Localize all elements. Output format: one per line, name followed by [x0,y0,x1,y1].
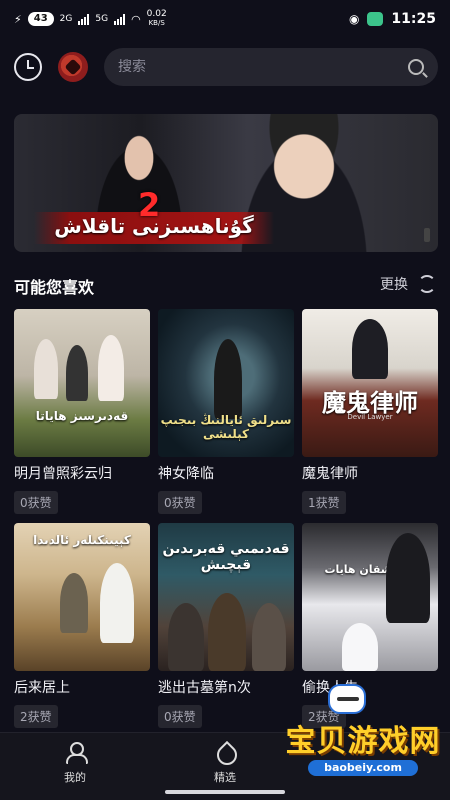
data-speed: 0.02 KB/S [147,10,167,28]
drama-card[interactable]: قەدىمىي قەبرىدىن قېچىش 逃出古墓第n次 0获赞 [158,523,294,728]
refresh-button[interactable]: 更换 [380,274,436,294]
poster-figure [214,339,242,419]
nav-label-featured: 精选 [214,771,236,784]
status-left: ⚡ 43 2G 5G ◠ 0.02 KB/S [14,10,167,28]
poster-figure [168,603,204,671]
like-count: 2获赞 [14,705,58,728]
search-bar[interactable] [104,48,438,86]
top-header [0,46,450,88]
drama-poster[interactable]: كېيىنكىلەر ئالدىدا [14,523,150,671]
section-title: 可能您喜欢 [14,278,95,297]
app-notification-icon [367,12,384,26]
data-speed-unit: KB/S [148,19,165,27]
drama-card[interactable]: 魔鬼律师 Devil Lawyer 魔鬼律师 1获赞 [302,309,438,514]
poster-title: قەدىرسىز ھاياتا [35,409,129,423]
signal-icon-2 [114,13,126,25]
wechat-icon: ◉ [348,12,360,26]
site-watermark: 宝贝游戏网 baobeiy.com [278,684,448,794]
nav-item-mine[interactable]: 我的 [45,741,105,785]
featured-banner[interactable]: 2 گۇناھسىزنى تاقلاش [14,114,438,252]
drama-poster[interactable]: قەدىمىي قەبرىدىن قېچىش [158,523,294,671]
charging-icon: ⚡ [14,12,22,26]
poster-title: سىرلىق ئايالنىڭ بىجىپ كېلىشى [160,413,292,441]
poster-figure [386,533,430,623]
drama-poster[interactable]: ئالماشقان ھايات [302,523,438,671]
poster-figure [100,563,134,643]
network-2g-label: 2G [59,13,73,24]
poster-figure [208,593,246,671]
watermark-url: baobeiy.com [308,760,418,776]
poster-figure [252,603,286,671]
watermark-text: 宝贝游戏网 [285,724,441,759]
drama-name[interactable]: 逃出古墓第n次 [158,677,294,697]
drama-card[interactable]: سىرلىق ئايالنىڭ بىجىپ كېلىشى 神女降临 0获赞 [158,309,294,514]
network-5g-label: 5G [95,13,109,24]
data-speed-value: 0.02 [146,9,167,19]
history-icon[interactable] [14,53,42,81]
drama-card[interactable]: قەدىرسىز ھاياتا 明月曾照彩云归 0获赞 [14,309,150,514]
featured-icon [214,741,236,763]
nav-item-featured[interactable]: 精选 [195,741,255,785]
poster-subtitle: Devil Lawyer [347,413,393,421]
status-right: ◉ 11:25 [349,11,436,27]
like-count: 0获赞 [158,705,202,728]
clock: 11:25 [391,11,436,27]
drama-name[interactable]: 神女降临 [158,463,294,483]
banner-indicator [424,228,430,242]
signal-icon [78,13,90,25]
like-count: 1获赞 [302,491,346,514]
home-indicator[interactable] [165,790,285,794]
poster-figure [98,335,124,401]
gamepad-icon [328,684,366,714]
refresh-label: 更换 [380,277,408,293]
like-count: 0获赞 [14,491,58,514]
refresh-icon [418,275,436,293]
poster-figure [352,319,388,379]
like-count: 0获赞 [158,491,202,514]
poster-title: كېيىنكىلەر ئالدىدا [33,533,131,547]
status-bar: ⚡ 43 2G 5G ◠ 0.02 KB/S ◉ 11:25 [0,0,450,38]
poster-title: قەدىمىي قەبرىدىن قېچىش [162,541,290,573]
drama-card[interactable]: كېيىنكىلەر ئالدىدا 后来居上 2获赞 [14,523,150,728]
battery-level: 43 [27,12,54,26]
drama-poster[interactable]: سىرلىق ئايالنىڭ بىجىپ كېلىشى [158,309,294,457]
poster-figure [34,339,58,399]
search-icon[interactable] [408,59,424,75]
poster-figure [60,573,88,633]
drama-poster[interactable]: 魔鬼律师 Devil Lawyer [302,309,438,457]
drama-poster[interactable]: قەدىرسىز ھاياتا [14,309,150,457]
drama-name[interactable]: 后来居上 [14,677,150,697]
poster-figure [66,345,88,401]
drama-name[interactable]: 魔鬼律师 [302,463,438,483]
drama-name[interactable]: 明月曾照彩云归 [14,463,150,483]
nav-label-mine: 我的 [64,771,86,784]
poster-figure [342,623,378,671]
wifi-icon: ◠ [131,12,141,26]
search-input[interactable] [118,59,408,75]
avatar[interactable] [58,52,88,82]
banner-title: گۇناھسىزنى تاقلاش [54,214,254,238]
user-icon [64,741,88,764]
